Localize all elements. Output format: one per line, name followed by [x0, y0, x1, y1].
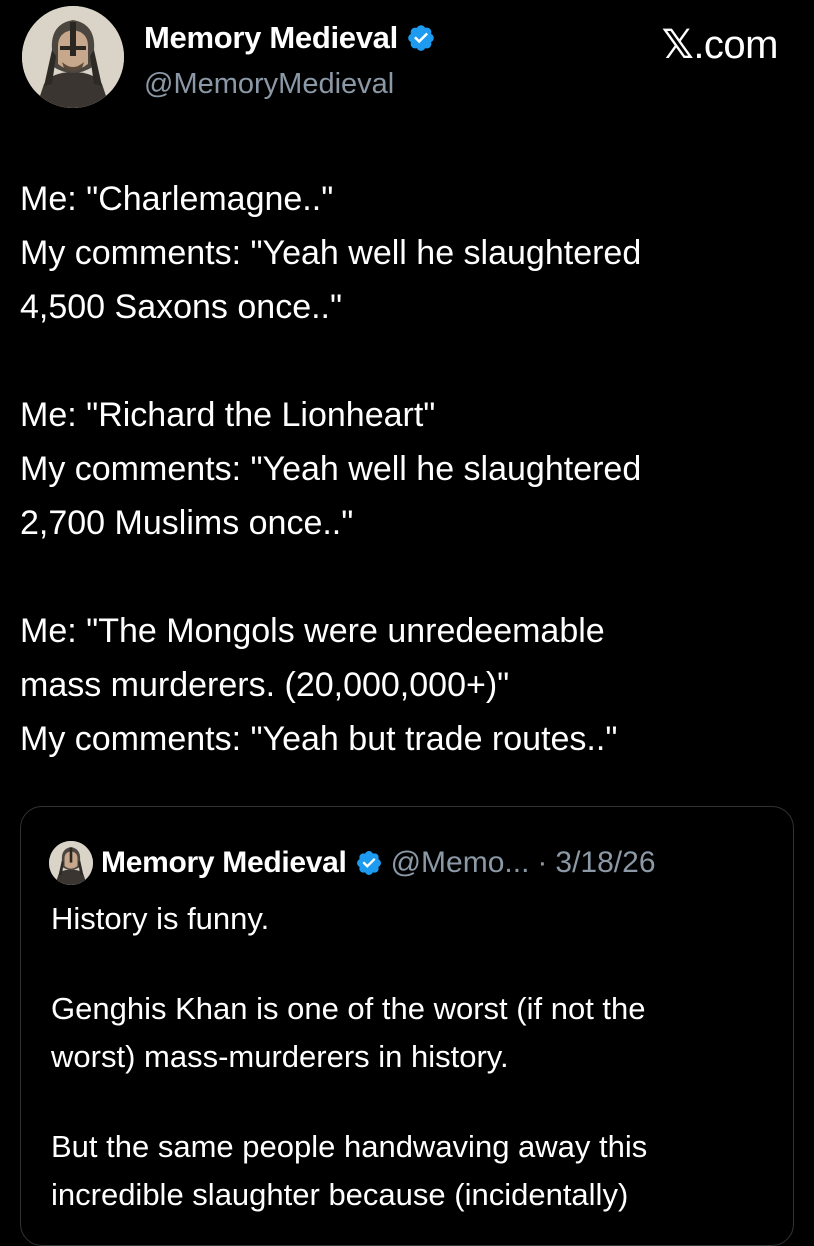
post-line: mass murderers. (20,000,000+)"	[20, 666, 510, 704]
post-line: 4,500 Saxons once.."	[20, 288, 343, 326]
post-text: Me: "Charlemagne.." My comments: "Yeah w…	[20, 172, 800, 766]
post-line: My comments: "Yeah but trade routes.."	[20, 720, 618, 758]
post-line: My comments: "Yeah well he slaughtered	[20, 234, 642, 272]
quoted-line: worst) mass-murderers in history.	[51, 1039, 509, 1074]
quoted-author-avatar	[49, 841, 93, 885]
author-name-row: Memory Medieval	[144, 20, 436, 56]
verified-badge-icon	[406, 23, 436, 53]
meta-separator: ·	[537, 846, 548, 879]
verified-badge-icon	[355, 849, 383, 877]
quoted-author-handle: @Memo...	[390, 846, 530, 879]
author-display-name[interactable]: Memory Medieval	[144, 20, 398, 56]
quoted-line: But the same people handwaving away this	[51, 1129, 648, 1164]
x-logo-icon: 𝕏	[661, 22, 694, 68]
post-line: Me: "Richard the Lionheart"	[20, 396, 436, 434]
quoted-author-name: Memory Medieval	[101, 846, 347, 879]
quoted-line: Genghis Khan is one of the worst (if not…	[51, 991, 646, 1026]
knight-portrait-icon	[22, 6, 124, 108]
quoted-post-date: 3/18/26	[555, 846, 656, 879]
author-handle[interactable]: @MemoryMedieval	[144, 68, 394, 101]
post-line: My comments: "Yeah well he slaughtered	[20, 450, 642, 488]
quoted-post-text: History is funny. Genghis Khan is one of…	[51, 895, 781, 1219]
post-header: Memory Medieval @MemoryMedieval 𝕏.com	[22, 6, 802, 114]
quoted-post-header: Memory Medieval @Memo... · 3/18/26	[49, 841, 656, 885]
author-avatar[interactable]	[22, 6, 124, 108]
quoted-post-card[interactable]: Memory Medieval @Memo... · 3/18/26 Histo…	[20, 806, 794, 1246]
post-line: Me: "The Mongols were unredeemable	[20, 612, 605, 650]
knight-portrait-icon	[49, 841, 93, 885]
brand-domain: 𝕏.com	[661, 22, 779, 68]
post-line: 2,700 Muslims once.."	[20, 504, 354, 542]
brand-domain-text: .com	[693, 23, 778, 67]
quoted-line: History is funny.	[51, 901, 270, 936]
post-line: Me: "Charlemagne.."	[20, 180, 334, 218]
quoted-line: incredible slaughter because (incidental…	[51, 1177, 629, 1212]
